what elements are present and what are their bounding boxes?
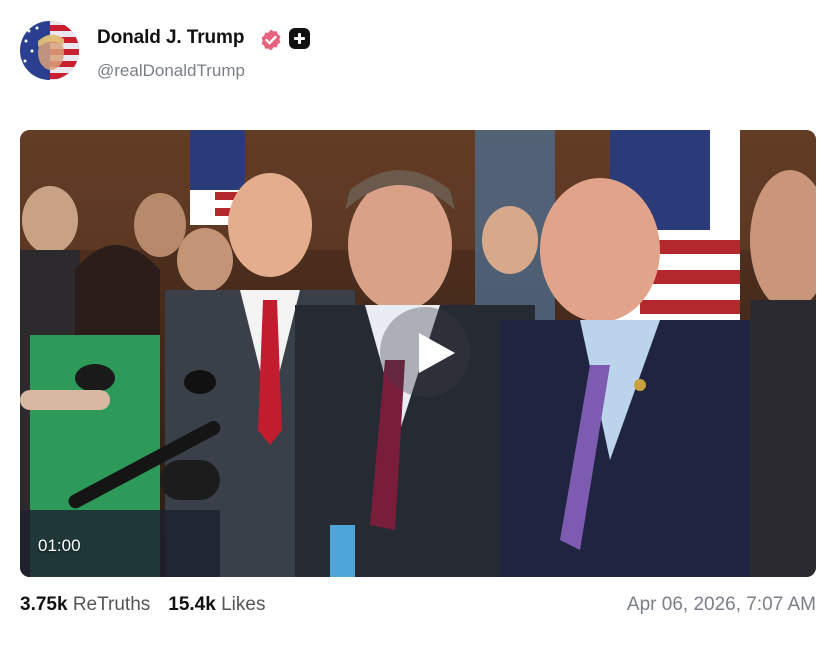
retruths-count[interactable]: 3.75k — [20, 594, 68, 615]
play-button[interactable] — [380, 307, 470, 397]
likes-count[interactable]: 15.4k — [168, 594, 216, 615]
video-player[interactable]: 01:00 — [20, 130, 816, 577]
author-handle[interactable]: @realDonaldTrump — [97, 61, 245, 81]
author-display-name[interactable]: Donald J. Trump — [97, 27, 244, 49]
author-avatar[interactable] — [20, 21, 79, 80]
likes-label[interactable]: Likes — [221, 594, 265, 615]
plus-badge-icon — [289, 28, 310, 49]
retruths-label[interactable]: ReTruths — [73, 594, 150, 615]
post-timestamp[interactable]: Apr 06, 2026, 7:07 AM — [627, 594, 816, 616]
verified-badge-icon — [261, 29, 281, 51]
video-duration: 01:00 — [38, 536, 81, 555]
truth-post: Donald J. Trump @realDonaldTrump 01:00 3… — [0, 0, 840, 645]
post-stats: 3.75k ReTruths 15.4k Likes — [20, 594, 265, 616]
play-icon — [419, 333, 455, 373]
